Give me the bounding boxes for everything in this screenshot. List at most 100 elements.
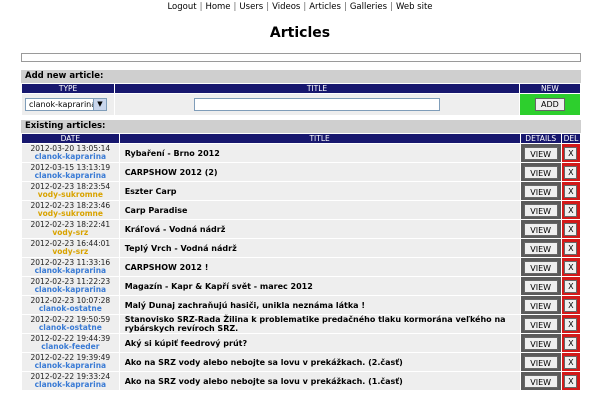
article-title: Ako na SRZ vody alebo nebojte sa lovu v … — [119, 372, 520, 390]
type-select[interactable]: clanok-kaprarina ▼ — [25, 98, 107, 111]
col-del-header: DEL — [561, 134, 580, 143]
article-type: clanok-feeder — [41, 342, 100, 351]
table-row: 2012-02-23 16:44:01 vody-srz Teplý Vrch - … — [22, 239, 580, 257]
nav-galleries[interactable]: Galleries — [350, 2, 387, 12]
article-type: clanok-ostatne — [38, 323, 102, 332]
title-input[interactable] — [194, 98, 441, 111]
table-row: 2012-02-23 18:23:54 vody-sukromne Eszter C… — [22, 182, 580, 200]
title-cell — [115, 94, 519, 115]
nav-separator: | — [303, 2, 307, 12]
article-title: Aký si kúpiť feedrový prút? — [119, 334, 520, 352]
col-title-header: TITLE — [119, 134, 520, 143]
view-button[interactable]: VIEW — [523, 146, 558, 160]
nav-home[interactable]: Home — [205, 2, 230, 12]
chevron-down-icon[interactable]: ▼ — [93, 99, 106, 110]
new-cell: ADD — [519, 94, 580, 115]
view-button[interactable]: VIEW — [523, 336, 558, 350]
delete-cell: X — [561, 182, 580, 200]
article-type: clanok-kaprarina — [34, 266, 107, 275]
delete-button[interactable]: X — [564, 146, 578, 160]
add-article-table: TYPE TITLE NEW clanok-kaprarina ▼ ADD — [21, 83, 581, 116]
view-button[interactable]: VIEW — [523, 374, 558, 388]
delete-button[interactable]: X — [564, 279, 578, 293]
details-cell: VIEW — [520, 163, 561, 181]
article-title: Eszter Carp — [119, 182, 520, 200]
article-type: clanok-ostatne — [38, 304, 102, 313]
view-button[interactable]: VIEW — [523, 184, 558, 198]
details-cell: VIEW — [520, 353, 561, 371]
type-cell: clanok-kaprarina ▼ — [22, 94, 115, 115]
col-type-header: TYPE — [22, 84, 115, 93]
table-row: 2012-02-22 19:39:49 clanok-kaprarina Ako n… — [22, 353, 580, 371]
delete-cell: X — [561, 220, 580, 238]
table-row: 2012-02-22 19:33:24 clanok-kaprarina Ako n… — [22, 372, 580, 390]
article-date-cell: 2012-02-23 11:22:23 clanok-kaprarina — [22, 277, 119, 295]
view-button[interactable]: VIEW — [523, 298, 558, 312]
delete-button[interactable]: X — [564, 355, 578, 369]
details-cell: VIEW — [520, 258, 561, 276]
article-type: clanok-kaprarina — [34, 361, 107, 370]
view-button[interactable]: VIEW — [523, 260, 558, 274]
article-title: CARPSHOW 2012 (2) — [119, 163, 520, 181]
nav-articles[interactable]: Articles — [309, 2, 341, 12]
article-type: clanok-kaprarina — [34, 380, 107, 389]
progress-bar — [21, 53, 581, 62]
view-button[interactable]: VIEW — [523, 203, 558, 217]
delete-cell: X — [561, 315, 580, 333]
article-date-cell: 2012-03-15 13:13:19 clanok-kaprarina — [22, 163, 119, 181]
delete-cell: X — [561, 296, 580, 314]
page-title: Articles — [269, 25, 331, 41]
view-button[interactable]: VIEW — [523, 279, 558, 293]
article-type: clanok-kaprarina — [34, 171, 107, 180]
view-button[interactable]: VIEW — [523, 165, 558, 179]
delete-cell: X — [561, 372, 580, 390]
delete-button[interactable]: X — [564, 203, 578, 217]
delete-button[interactable]: X — [564, 222, 578, 236]
delete-cell: X — [561, 201, 580, 219]
article-title: Ako na SRZ vody alebo nebojte sa lovu v … — [119, 353, 520, 371]
details-cell: VIEW — [520, 201, 561, 219]
details-cell: VIEW — [520, 239, 561, 257]
article-type: clanok-kaprarina — [34, 285, 107, 294]
delete-button[interactable]: X — [564, 184, 578, 198]
add-article-panel: Add new article: TYPE TITLE NEW clanok-k… — [21, 70, 581, 116]
delete-cell: X — [561, 163, 580, 181]
nav-logout[interactable]: Logout — [167, 2, 196, 12]
view-button[interactable]: VIEW — [523, 222, 558, 236]
details-cell: VIEW — [520, 277, 561, 295]
nav-separator: | — [199, 2, 203, 12]
article-title: Carp Paradise — [119, 201, 520, 219]
delete-button[interactable]: X — [564, 298, 578, 312]
delete-button[interactable]: X — [564, 165, 578, 179]
nav-users[interactable]: Users — [239, 2, 263, 12]
nav-web-site[interactable]: Web site — [396, 2, 433, 12]
nav-videos[interactable]: Videos — [272, 2, 300, 12]
article-date-cell: 2012-03-20 13:05:14 clanok-kaprarina — [22, 144, 119, 162]
article-type: clanok-kaprarina — [34, 152, 107, 161]
article-date-cell: 2012-02-22 19:39:49 clanok-kaprarina — [22, 353, 119, 371]
delete-cell: X — [561, 258, 580, 276]
delete-button[interactable]: X — [564, 374, 578, 388]
table-row: 2012-03-20 13:05:14 clanok-kaprarina Rybař… — [22, 144, 580, 162]
article-title: Stanovisko SRZ-Rada Žilina k problematik… — [119, 315, 520, 333]
delete-cell: X — [561, 334, 580, 352]
table-row: 2012-02-23 18:22:41 vody-srz Kráľová - Vod… — [22, 220, 580, 238]
delete-button[interactable]: X — [564, 260, 578, 274]
delete-cell: X — [561, 239, 580, 257]
article-title: CARPSHOW 2012 ! — [119, 258, 520, 276]
delete-button[interactable]: X — [564, 241, 578, 255]
details-cell: VIEW — [520, 334, 561, 352]
col-title-header: TITLE — [115, 84, 519, 93]
type-select-value: clanok-kaprarina — [29, 100, 97, 109]
view-button[interactable]: VIEW — [523, 241, 558, 255]
article-date-cell: 2012-02-23 18:23:54 vody-sukromne — [22, 182, 119, 200]
article-date-cell: 2012-02-22 19:33:24 clanok-kaprarina — [22, 372, 119, 390]
article-type: vody-sukromne — [37, 190, 103, 199]
article-date-cell: 2012-02-22 19:50:59 clanok-ostatne — [22, 315, 119, 333]
add-button[interactable]: ADD — [534, 98, 565, 111]
delete-button[interactable]: X — [564, 317, 578, 331]
table-row: 2012-02-22 19:50:59 clanok-ostatne Stanovi… — [22, 315, 580, 333]
delete-button[interactable]: X — [564, 336, 578, 350]
view-button[interactable]: VIEW — [523, 317, 558, 331]
view-button[interactable]: VIEW — [523, 355, 558, 369]
